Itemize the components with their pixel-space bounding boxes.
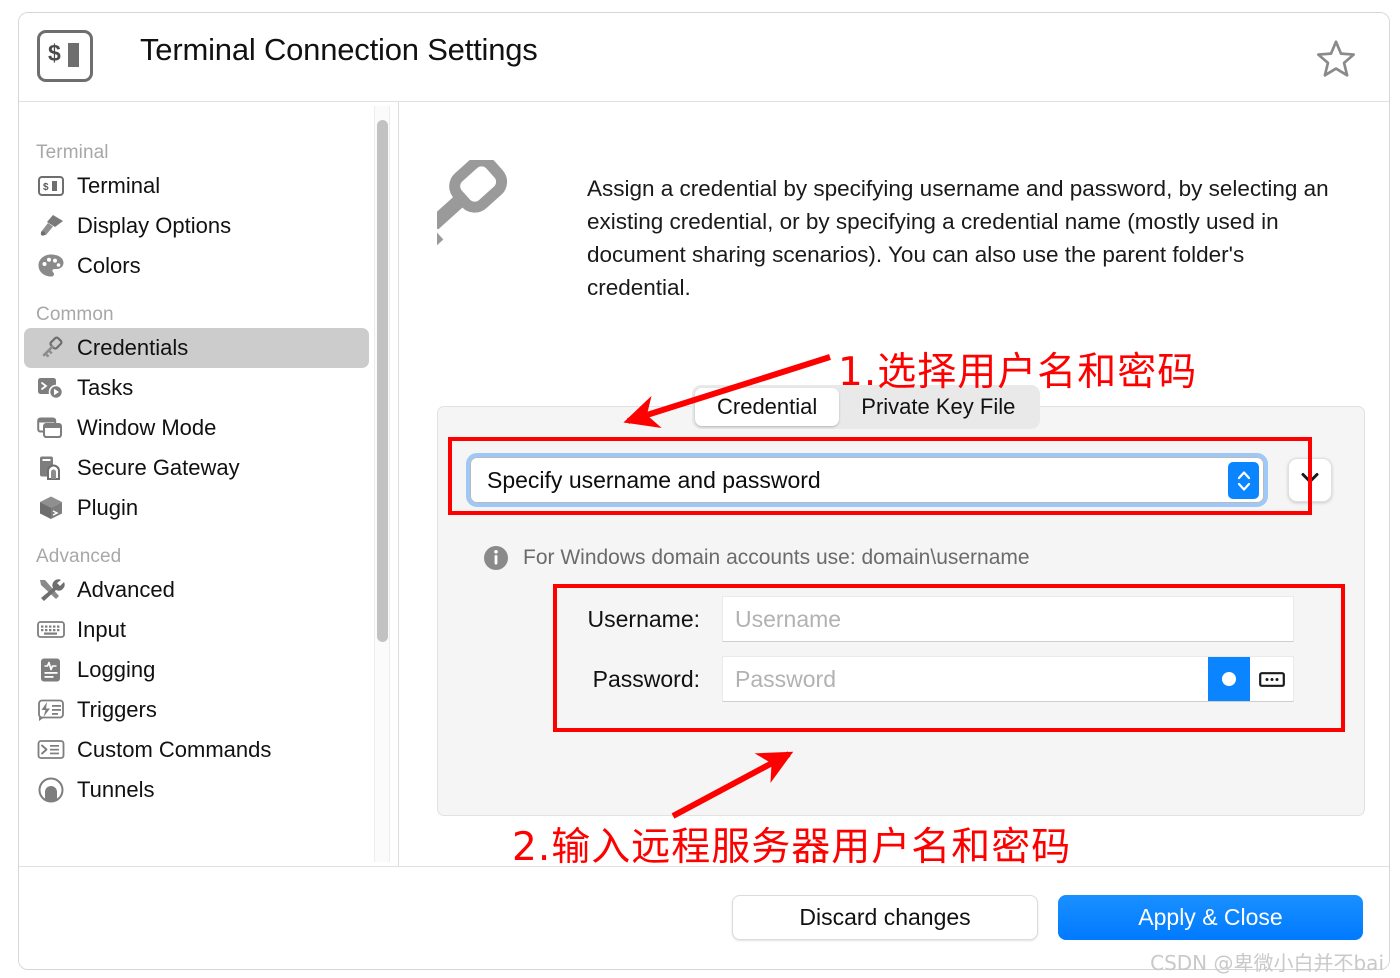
triggers-icon: [36, 696, 66, 724]
stepper-up-down-icon[interactable]: [1228, 462, 1259, 499]
sidebar-group-common: Common: [36, 304, 114, 325]
password-placeholder: Password: [735, 665, 836, 692]
sidebar-item-tasks[interactable]: Tasks: [24, 368, 369, 408]
sidebar-item-label: Colors: [77, 253, 141, 278]
sidebar-item-tunnels[interactable]: Tunnels: [24, 770, 369, 810]
sidebar-item-label: Triggers: [77, 697, 157, 722]
key-icon: [36, 334, 66, 362]
sidebar-item-label: Secure Gateway: [77, 455, 240, 480]
credential-fields: Username: Username Password: Password: [554, 595, 1294, 715]
settings-window: $ Terminal Connection Settings Terminal …: [0, 0, 1400, 978]
credential-type-row: Specify username and password: [466, 453, 1336, 507]
star-outline-icon[interactable]: [1313, 36, 1359, 82]
password-reveal-dot-icon[interactable]: [1208, 657, 1250, 701]
sidebar-item-custom-commands[interactable]: Custom Commands: [24, 730, 369, 770]
description-block: Assign a credential by specifying userna…: [403, 155, 1367, 304]
tab-credential[interactable]: Credential: [695, 388, 840, 426]
sidebar-item-display-options[interactable]: Display Options: [24, 206, 369, 246]
sidebar-item-label: Plugin: [77, 495, 139, 520]
sidebar: Terminal $ Terminal Display Options Colo…: [19, 102, 398, 866]
sidebar-group-advanced: Advanced: [36, 546, 122, 567]
annotation-step-1: 1.选择用户名和密码: [838, 350, 1198, 395]
password-keyboard-icon[interactable]: [1250, 657, 1293, 701]
sidebar-item-label: Display Options: [77, 213, 232, 238]
window-header: $ Terminal Connection Settings: [19, 13, 1389, 101]
sidebar-item-credentials[interactable]: Credentials: [24, 328, 369, 368]
tools-icon: [36, 576, 66, 604]
svg-text:$: $: [43, 182, 49, 193]
sidebar-item-label: Tunnels: [77, 777, 155, 802]
paintbrush-icon: [36, 212, 66, 240]
sidebar-item-secure-gateway[interactable]: Secure Gateway: [24, 448, 369, 488]
palette-icon: [36, 252, 66, 280]
watermark: CSDN @卑微小白并不bai: [1150, 951, 1384, 975]
sidebar-item-label: Credentials: [77, 335, 189, 360]
sidebar-scrollbar-thumb[interactable]: [377, 120, 388, 642]
discard-changes-button[interactable]: Discard changes: [732, 895, 1038, 940]
chevron-down-icon: [1300, 471, 1320, 490]
cube-icon: [36, 494, 66, 522]
sidebar-item-window-mode[interactable]: Window Mode: [24, 408, 369, 448]
info-hint-text: For Windows domain accounts use: domain\…: [523, 546, 1030, 569]
sidebar-item-label: Terminal: [77, 173, 161, 198]
terminal-icon: $: [37, 30, 93, 82]
sidebar-item-input[interactable]: Input: [24, 610, 369, 650]
username-label: Username:: [587, 605, 700, 632]
sidebar-item-label: Window Mode: [77, 415, 217, 440]
credential-card: Credential Private Key File Specify user…: [437, 385, 1365, 816]
sidebar-item-logging[interactable]: Logging: [24, 650, 369, 690]
annotation-step-2: 2.输入远程服务器用户名和密码: [512, 825, 1072, 870]
sidebar-item-label: Input: [77, 617, 126, 642]
logging-icon: [36, 656, 66, 684]
sidebar-item-advanced[interactable]: Advanced: [24, 570, 369, 610]
sidebar-item-label: Tasks: [77, 375, 134, 400]
window-icon: [36, 414, 66, 442]
sidebar-item-colors[interactable]: Colors: [24, 246, 369, 286]
tunnel-icon: [36, 776, 66, 804]
credential-type-value: Specify username and password: [487, 466, 821, 493]
gateway-icon: [36, 454, 66, 482]
credential-dropdown-button[interactable]: [1288, 458, 1332, 502]
sidebar-item-label: Custom Commands: [77, 737, 272, 762]
description-text: Assign a credential by specifying userna…: [587, 176, 1329, 300]
page-title: Terminal Connection Settings: [140, 32, 538, 67]
username-row: Username: Username: [554, 595, 1294, 643]
sidebar-group-terminal: Terminal: [36, 142, 109, 163]
username-field[interactable]: Username: [722, 596, 1294, 642]
password-row: Password: Password: [554, 655, 1294, 703]
keyboard-icon: [36, 616, 66, 644]
tasks-icon: [36, 374, 66, 402]
key-icon: [403, 155, 541, 280]
password-field[interactable]: Password: [722, 656, 1294, 702]
terminal-icon: $: [36, 172, 66, 200]
credential-type-select[interactable]: Specify username and password: [466, 453, 1268, 507]
password-label: Password:: [592, 665, 700, 692]
command-prompt-icon: [36, 736, 66, 764]
sidebar-item-label: Advanced: [77, 577, 175, 602]
sidebar-item-triggers[interactable]: Triggers: [24, 690, 369, 730]
main-panel: Assign a credential by specifying userna…: [399, 102, 1389, 866]
sidebar-item-label: Logging: [77, 657, 156, 682]
apply-and-close-button[interactable]: Apply & Close: [1058, 895, 1363, 940]
info-icon: [482, 544, 510, 572]
info-hint: For Windows domain accounts use: domain\…: [482, 544, 1030, 572]
sidebar-item-terminal[interactable]: $ Terminal: [24, 166, 369, 206]
sidebar-item-plugin[interactable]: Plugin: [24, 488, 369, 528]
